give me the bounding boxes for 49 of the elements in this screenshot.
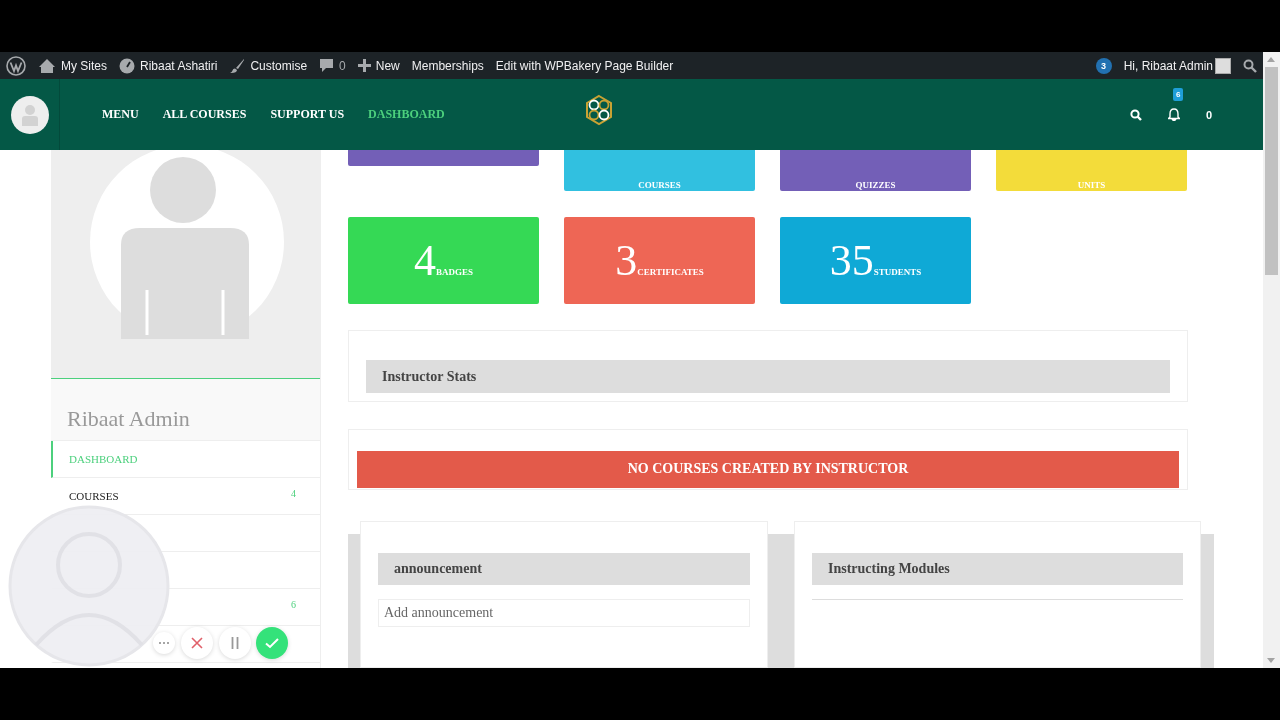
plus-icon [357, 59, 371, 72]
panel-title: Instructor Stats [366, 360, 1170, 393]
stat-label: CERTIFICATES [637, 266, 704, 277]
card-title: announcement [378, 553, 750, 586]
houses-icon [38, 57, 56, 74]
admin-bar-link[interactable]: Edit with WPBakery Page Builder [489, 52, 680, 79]
admin-bar-link[interactable]: Memberships [405, 52, 490, 79]
stat-label: QUIZZES [855, 179, 896, 190]
stat-label: COURSES [638, 179, 681, 190]
bell-icon[interactable] [1167, 108, 1180, 121]
profile-picture-icon [90, 150, 284, 339]
stat-number: 3 [615, 238, 638, 283]
search-icon[interactable] [1129, 108, 1142, 121]
brush-icon [229, 57, 246, 74]
sidebar-item-label: COURSES [69, 490, 119, 502]
stat-label: STUDENTS [873, 266, 922, 277]
stat-number: 4 [414, 238, 436, 283]
card-title: Instructing Modules [812, 553, 1183, 586]
item-count: 4 [291, 487, 296, 499]
notice-banner: NO COURSES CREATED BY INSTRUCTOR [357, 450, 1179, 488]
nav-link[interactable]: DASHBOARD [356, 107, 457, 122]
admin-bar-link[interactable]: 0 [339, 58, 346, 73]
announcement-field[interactable]: Add announcement [378, 599, 750, 628]
nav-link[interactable]: ALL COURSES [150, 107, 259, 122]
scrollbar-thumb[interactable] [1265, 67, 1278, 275]
check-icon[interactable] [256, 627, 288, 659]
updates-badge[interactable]: 3 [1095, 57, 1112, 74]
item-count: 6 [291, 598, 296, 610]
search-icon[interactable] [1243, 58, 1257, 73]
wordpress-logo-icon[interactable] [6, 55, 26, 76]
notification-badge: 6 [1172, 88, 1184, 101]
admin-bar-link[interactable]: My Sites [61, 58, 107, 73]
greeting-link[interactable]: Hi, Ribaat Admin [1123, 58, 1213, 73]
gauge-icon [119, 57, 135, 74]
sidebar-item-label: DASHBOARD [69, 453, 138, 465]
knot-logo-icon[interactable] [583, 94, 615, 126]
admin-bar-link[interactable]: Customise [250, 58, 308, 73]
stat-label: BADGES [436, 266, 473, 277]
nav-link[interactable]: SUPPORT US [258, 107, 357, 122]
cart-count[interactable]: 0 [1205, 108, 1212, 121]
nav-link[interactable]: MENU [90, 107, 151, 122]
admin-bar-link[interactable]: New [375, 58, 400, 73]
stat-number: 35 [829, 238, 874, 283]
profile-name: Ribaat Admin [67, 406, 190, 432]
speech-bubble-icon [319, 58, 335, 73]
avatar-icon[interactable] [1215, 57, 1231, 74]
admin-bar-link[interactable]: Ribaat Ashatiri [140, 58, 218, 73]
stat-label: UNITS [1077, 179, 1106, 190]
user-avatar-icon[interactable] [10, 95, 49, 134]
